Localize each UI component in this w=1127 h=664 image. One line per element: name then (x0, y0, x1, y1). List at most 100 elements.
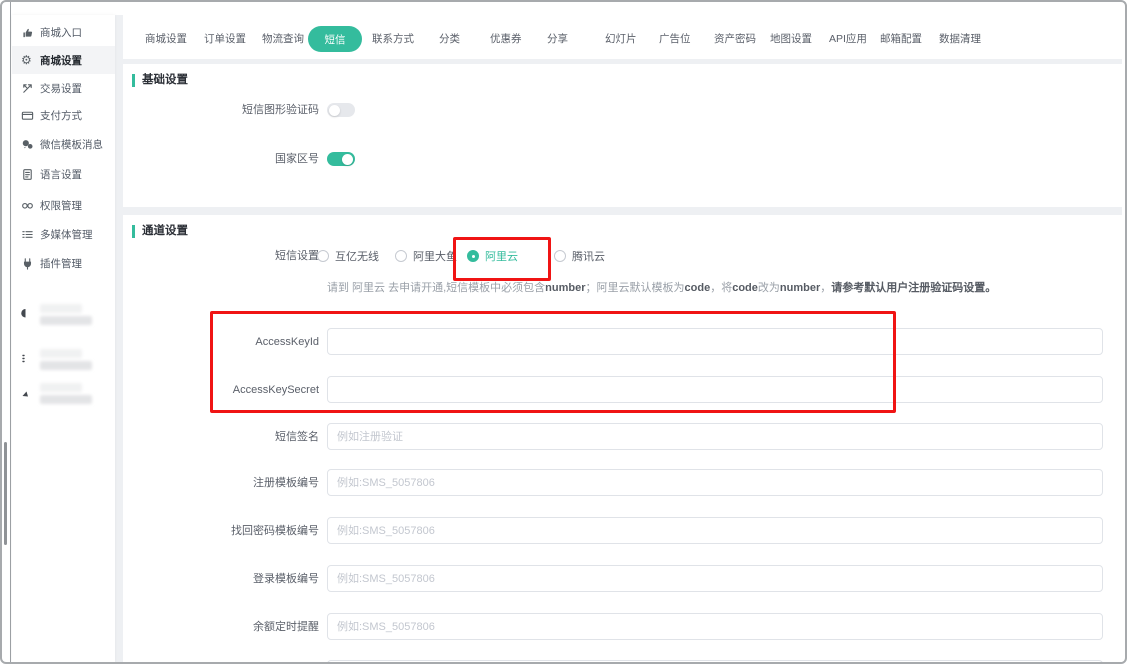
help-text-segment: ， (820, 282, 831, 294)
field-label: 找回密码模板编号 (123, 524, 319, 538)
redacted-icon (21, 353, 34, 366)
basic-settings-section: 基础设置 短信图形验证码国家区号 (123, 64, 1122, 207)
switch-knob (329, 105, 340, 116)
sidebar: 商城入口 ⚙ 商城设置交易设置支付方式微信模板消息语言设置权限管理多媒体管理插件管理 (12, 15, 115, 662)
entry-icon (21, 26, 34, 39)
radio-label: 互亿无线 (335, 248, 379, 264)
channel-settings-section: 通道设置 短信设置 请到 阿里云 去申请开通,短信模板中必须包含number；阿… (123, 215, 1122, 662)
sidebar-item-language-doc[interactable]: 语言设置 (12, 160, 115, 188)
field-input[interactable] (327, 328, 1103, 355)
tab[interactable]: 资产密码 (714, 33, 756, 45)
plugin-icon (21, 257, 34, 270)
redacted-label (40, 349, 92, 370)
toggle-label: 国家区号 (123, 152, 319, 166)
help-text-bold: number (545, 282, 585, 294)
help-text-bold: 请参考默认用户注册验证码设置。 (831, 282, 996, 294)
tab[interactable]: 数据清理 (939, 33, 981, 45)
tab[interactable]: API应用 (829, 33, 867, 45)
field-input[interactable] (327, 565, 1103, 592)
scrollbar-thumb[interactable] (4, 442, 7, 545)
help-text: 请到 阿里云 去申请开通,短信模板中必须包含number；阿里云默认模板为cod… (327, 279, 996, 295)
tab[interactable]: 分类 (439, 33, 460, 45)
payment-card-icon (21, 109, 34, 122)
help-text-segment: ；阿里云默认模板为 (586, 282, 685, 294)
field-input[interactable] (327, 517, 1103, 544)
help-text-bold: code (732, 282, 758, 294)
sidebar-item-redacted[interactable] (12, 377, 115, 409)
field-label: 登录模板编号 (123, 572, 319, 586)
language-doc-icon (21, 168, 34, 181)
tab[interactable]: 分享 (547, 33, 568, 45)
sidebar-item-label: 商城入口 (40, 25, 82, 40)
radio-label: 阿里云 (485, 248, 518, 264)
section-title-basic: 基础设置 (132, 74, 188, 87)
toggle-label: 短信图形验证码 (123, 103, 319, 117)
workspace: 商城入口 ⚙ 商城设置交易设置支付方式微信模板消息语言设置权限管理多媒体管理插件管理… (12, 15, 1122, 662)
tab[interactable]: 优惠券 (490, 33, 522, 45)
radio-icon (467, 250, 479, 262)
help-text-bold: code (685, 282, 711, 294)
switch-knob (342, 154, 353, 165)
sidebar-item-label: 支付方式 (40, 108, 82, 123)
field-input[interactable] (327, 376, 1103, 403)
sidebar-item-entry[interactable]: 商城入口 (12, 18, 115, 46)
help-text-segment: 请到 阿里云 去申请开通,短信模板中必须包含 (327, 282, 545, 294)
redacted-icon (21, 308, 34, 321)
sidebar-item-label: 商城设置 (40, 53, 82, 68)
field-label: 短信签名 (123, 430, 319, 444)
section-title-channel: 通道设置 (132, 225, 188, 238)
radio-option[interactable]: 阿里大鱼 (395, 248, 457, 264)
sidebar-item-wechat-bubbles[interactable]: 微信模板消息 (12, 130, 115, 158)
sidebar-item-label: 多媒体管理 (40, 227, 93, 242)
sidebar-item-permission-eye[interactable]: 权限管理 (12, 191, 115, 219)
sidebar-item-label: 插件管理 (40, 256, 82, 271)
radio-option[interactable]: 互亿无线 (317, 248, 379, 264)
radio-icon (554, 250, 566, 262)
tab[interactable]: 广告位 (659, 33, 691, 45)
field-label: 注册模板编号 (123, 476, 319, 490)
field-input-partial[interactable] (327, 660, 1103, 662)
gear-icon: ⚙ (21, 54, 34, 67)
tab[interactable]: 商城设置 (145, 33, 187, 45)
sidebar-item-label: 微信模板消息 (40, 137, 103, 152)
sidebar-item-plugin[interactable]: 插件管理 (12, 249, 115, 277)
tab-active[interactable]: 短信 (308, 26, 362, 52)
permission-eye-icon (21, 199, 34, 212)
field-input[interactable] (327, 613, 1103, 640)
sidebar-item-media-list[interactable]: 多媒体管理 (12, 220, 115, 248)
tab[interactable]: 物流查询 (262, 33, 304, 45)
redacted-label (40, 383, 92, 404)
window-edge-line (10, 2, 11, 662)
sidebar-item-label: 交易设置 (40, 81, 82, 96)
radio-option[interactable]: 腾讯云 (554, 248, 605, 264)
redacted-icon (21, 387, 34, 400)
sidebar-item-redacted[interactable] (12, 343, 115, 375)
sidebar-item-payment-card[interactable]: 支付方式 (12, 101, 115, 129)
field-label: AccessKeyId (123, 335, 319, 349)
tab[interactable]: 订单设置 (204, 33, 246, 45)
tab[interactable]: 邮箱配置 (880, 33, 922, 45)
sidebar-item-redacted[interactable] (12, 298, 115, 330)
sidebar-item-label: 语言设置 (40, 167, 82, 182)
field-input[interactable] (327, 469, 1103, 496)
help-text-segment: 改为 (758, 282, 780, 294)
radio-label: 腾讯云 (572, 248, 605, 264)
tab[interactable]: 联系方式 (372, 33, 414, 45)
tab[interactable]: 地图设置 (770, 33, 812, 45)
settings-tab-bar: 商城设置 订单设置 物流查询短信联系方式 分类 优惠券 分享 幻灯片 广告位 资产密码 地图设置 A… (123, 15, 1122, 59)
sidebar-item-gear[interactable]: ⚙ 商城设置 (12, 46, 115, 74)
field-label: 余额定时提醒 (123, 620, 319, 634)
help-text-segment: ，将 (710, 282, 732, 294)
radio-option[interactable]: 阿里云 (467, 248, 518, 264)
tab[interactable]: 幻灯片 (605, 33, 637, 45)
sidebar-item-label: 权限管理 (40, 198, 82, 213)
media-list-icon (21, 228, 34, 241)
sidebar-item-trade[interactable]: 交易设置 (12, 74, 115, 102)
field-input[interactable] (327, 423, 1103, 450)
app-window: 商城入口 ⚙ 商城设置交易设置支付方式微信模板消息语言设置权限管理多媒体管理插件管理… (0, 0, 1127, 664)
switch-toggle[interactable] (327, 103, 355, 117)
redacted-label (40, 304, 92, 325)
trade-icon (21, 82, 34, 95)
radio-label: 阿里大鱼 (413, 248, 457, 264)
switch-toggle[interactable] (327, 152, 355, 166)
